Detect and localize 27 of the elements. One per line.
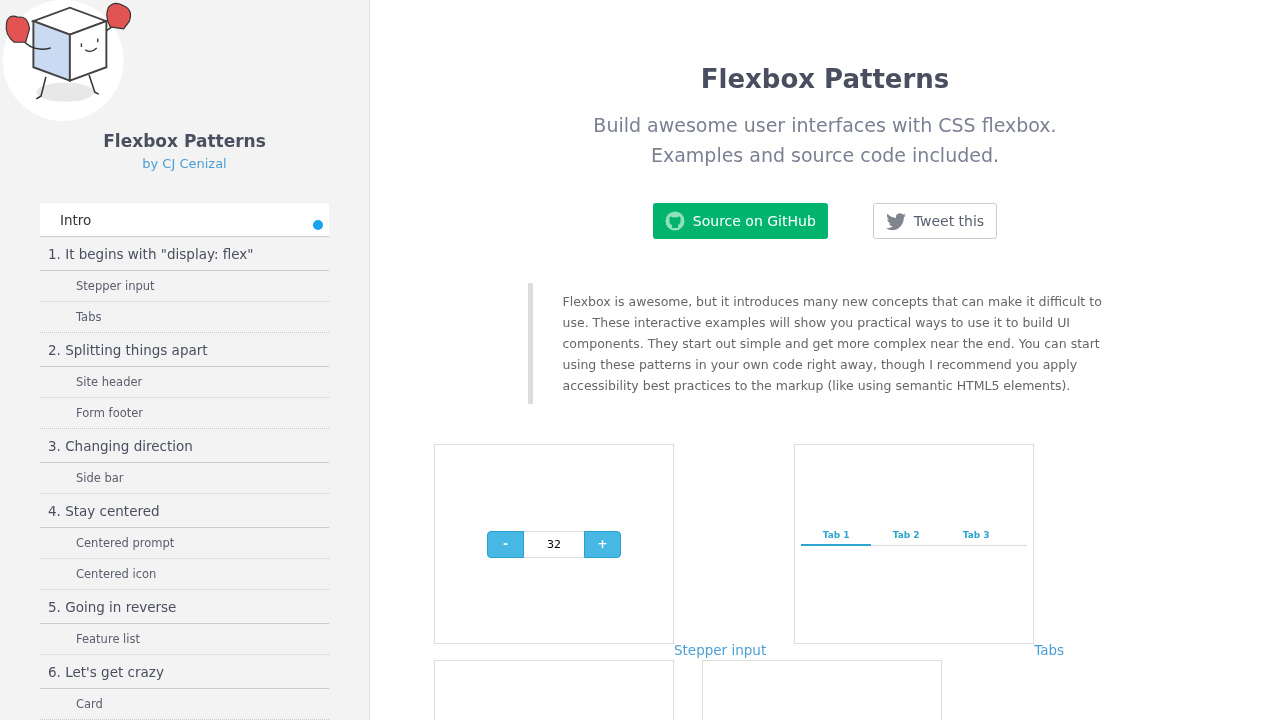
nav-section[interactable]: 1. It begins with "display: flex" [40, 237, 329, 271]
tweet-button[interactable]: Tweet this [872, 203, 998, 239]
nav-item[interactable]: Stepper input [40, 271, 329, 302]
subtitle: Build awesome user interfaces with CSS flexbox. [593, 113, 1057, 138]
bird-icon [885, 212, 906, 230]
nav-section[interactable]: 3. Changing direction [40, 429, 329, 463]
nav-item[interactable]: Centered prompt [40, 528, 329, 559]
nav-section[interactable]: 6. Let's get crazy [40, 655, 329, 689]
nav-section[interactable]: 2. Splitting things apart [40, 333, 329, 367]
nav-item[interactable]: Site header [40, 367, 329, 398]
site-title: Flexbox Patterns [103, 131, 266, 151]
nav-item[interactable]: Side bar [40, 463, 329, 494]
example-preview[interactable]: - 32 + [434, 444, 674, 644]
number-field[interactable]: 32 [524, 530, 584, 558]
nav-item[interactable]: Centered icon [40, 559, 329, 590]
subtitle: Examples and source code included. [650, 143, 1000, 168]
intro-paragraph: Flexbox is awesome, but it introduces many new concepts that can make it difficult to use. These interactive examples will show you practical ways to use it to build UI components. They start out simple and get more complex near the end. You can start using these patterns in your own code right away, though I recommend you apply accessibility best practices to the markup (like using semantic HTML5 elements). [527, 283, 1123, 404]
nav-section[interactable]: 5. Going in reverse [40, 590, 329, 624]
nav-section[interactable]: Intro [40, 203, 329, 237]
nav-item[interactable]: Feature list [40, 624, 329, 655]
nav-section[interactable]: 4. Stay centered [40, 494, 329, 528]
nav-item[interactable]: Form footer [40, 398, 329, 429]
nav-item[interactable]: Card [40, 689, 329, 720]
github-icon [664, 211, 685, 231]
page-title: Flexbox Patterns [700, 64, 950, 94]
nav-item[interactable]: Tabs [40, 302, 329, 333]
active-dot-icon [313, 219, 323, 230]
